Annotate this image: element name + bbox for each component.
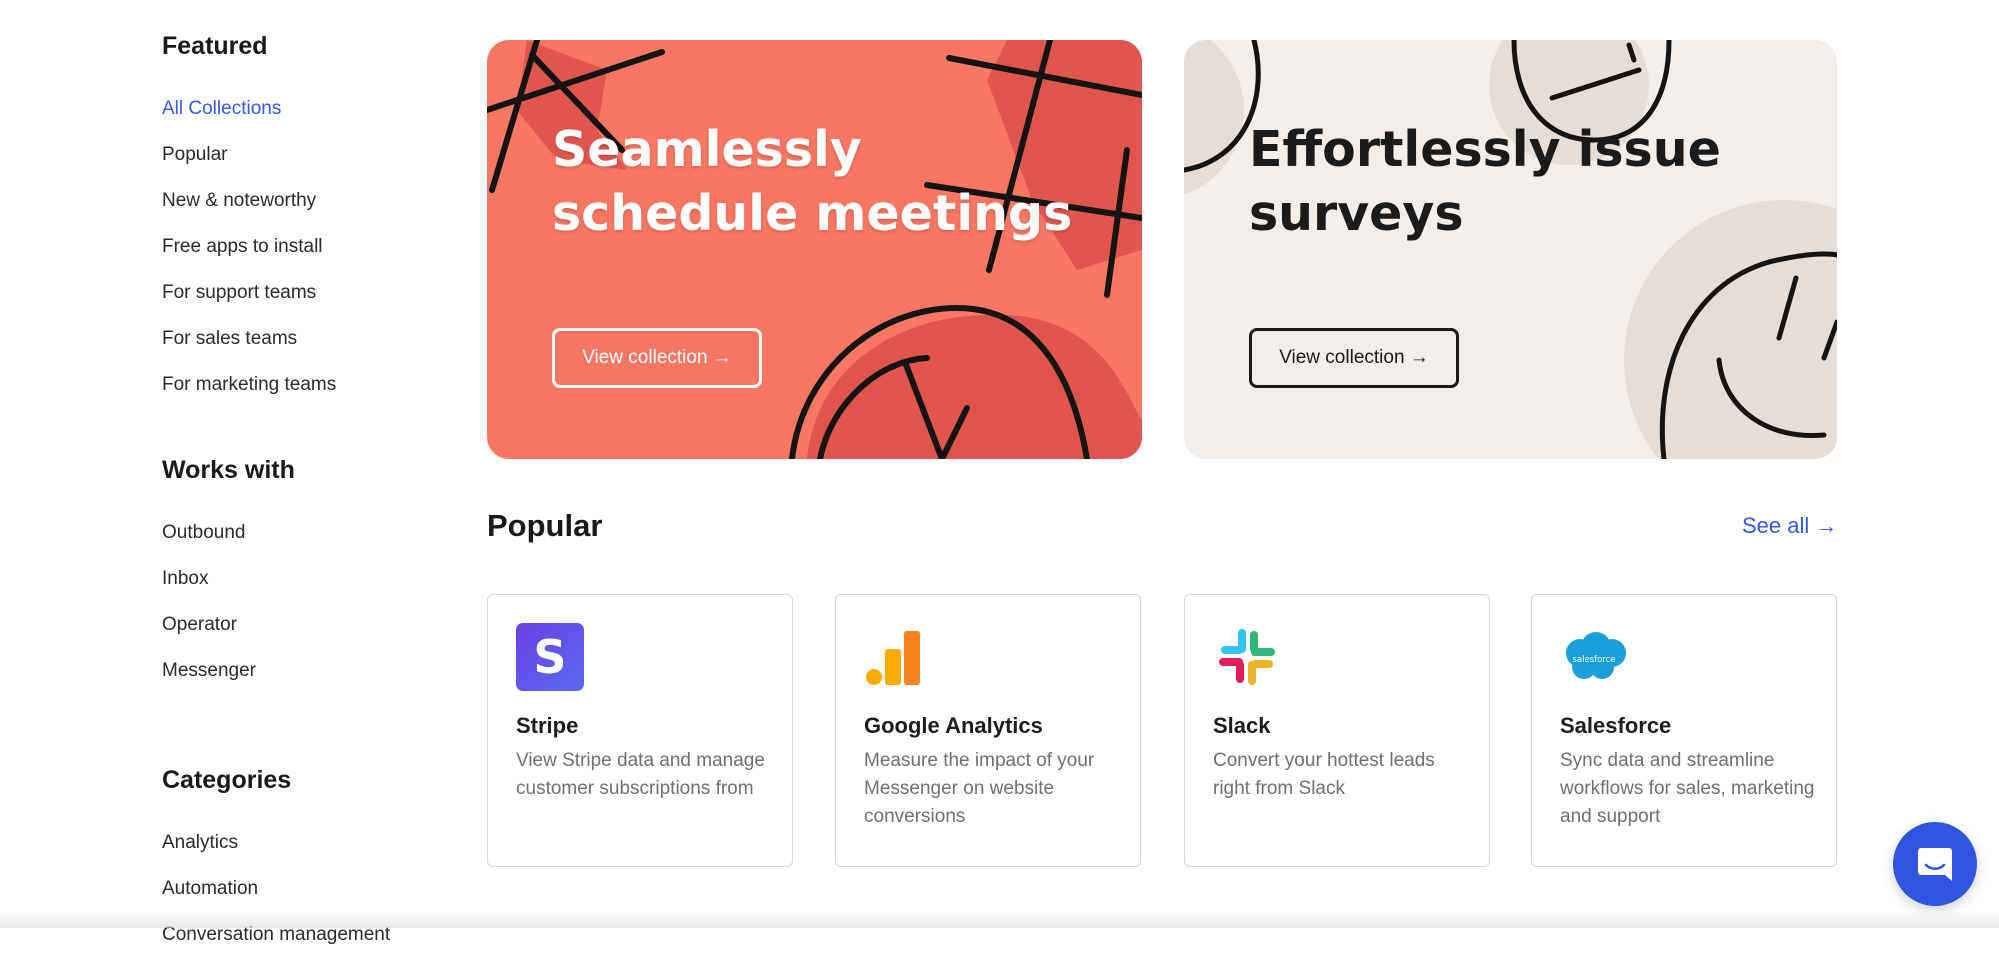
app-name: Slack (1213, 713, 1271, 738)
popular-section-title: Popular (487, 508, 603, 543)
app-name: Salesforce (1560, 713, 1672, 738)
sidebar-item-support-teams[interactable]: For support teams (162, 270, 422, 316)
banner-title: Seamlessly schedule meetings (552, 121, 1073, 242)
google-analytics-logo-icon (866, 631, 920, 685)
view-collection-button[interactable]: View collection → (1249, 328, 1459, 388)
sidebar-item-automation[interactable]: Automation (162, 866, 390, 912)
chat-icon (1918, 848, 1952, 881)
works-with-heading: Works with (162, 456, 295, 484)
app-name: Stripe (516, 713, 579, 738)
categories-group: Categories Analytics Automation Conversa… (162, 762, 390, 958)
sidebar-item-sales-teams[interactable]: For sales teams (162, 316, 422, 362)
sidebar-item-operator[interactable]: Operator (162, 602, 295, 648)
salesforce-logo-icon: salesforce (1566, 632, 1626, 679)
svg-text:S: S (533, 630, 566, 684)
app-description: Convert your hottest leads right from Sl… (1213, 750, 1435, 799)
sidebar-item-analytics[interactable]: Analytics (162, 820, 390, 866)
sidebar-item-free-apps[interactable]: Free apps to install (162, 224, 422, 270)
sidebar-item-popular[interactable]: Popular (162, 132, 422, 178)
featured-group: Featured All Collections Popular New & n… (162, 28, 422, 408)
app-card-google-analytics[interactable]: Google Analytics Measure the impact of y… (835, 594, 1141, 867)
app-description: Sync data and streamline workflows for s… (1560, 750, 1815, 827)
view-collection-button[interactable]: View collection → (552, 328, 762, 388)
banner-illustration (1184, 40, 1837, 459)
categories-heading: Categories (162, 766, 292, 794)
app-card-stripe[interactable]: S Stripe View Stripe data and manage cus… (487, 594, 793, 867)
app-description: Measure the impact of your Messenger on … (864, 750, 1095, 827)
sidebar-item-new-noteworthy[interactable]: New & noteworthy (162, 178, 422, 224)
banner-title: Effortlessly issue surveys (1249, 121, 1721, 242)
app-name: Google Analytics (864, 713, 1043, 738)
sidebar-item-outbound[interactable]: Outbound (162, 510, 295, 556)
app-card-slack[interactable]: Slack Convert your hottest leads right f… (1184, 594, 1490, 867)
slack-logo-icon (1219, 629, 1275, 685)
sidebar-item-marketing-teams[interactable]: For marketing teams (162, 362, 422, 408)
banner-illustration (487, 40, 1142, 459)
app-description: View Stripe data and manage customer sub… (516, 750, 765, 799)
sidebar-item-inbox[interactable]: Inbox (162, 556, 295, 602)
sidebar: Featured All Collections Popular New & n… (162, 28, 422, 945)
bottom-edge-shadow (0, 912, 1999, 928)
sidebar-item-all-collections[interactable]: All Collections (162, 86, 422, 132)
schedule-meetings-banner[interactable]: Seamlessly schedule meetings View collec… (487, 40, 1142, 459)
issue-surveys-banner[interactable]: Effortlessly issue surveys View collecti… (1184, 40, 1837, 459)
svg-text:salesforce: salesforce (1572, 655, 1615, 665)
app-card-salesforce[interactable]: salesforce Salesforce Sync data and stre… (1531, 594, 1837, 867)
see-all-link[interactable]: See all → (1742, 513, 1837, 539)
featured-heading: Featured (162, 32, 268, 60)
messenger-launcher-button[interactable] (1893, 822, 1977, 906)
stripe-logo-icon: S (516, 623, 584, 691)
works-with-group: Works with Outbound Inbox Operator Messe… (162, 452, 295, 694)
sidebar-item-messenger[interactable]: Messenger (162, 648, 295, 694)
